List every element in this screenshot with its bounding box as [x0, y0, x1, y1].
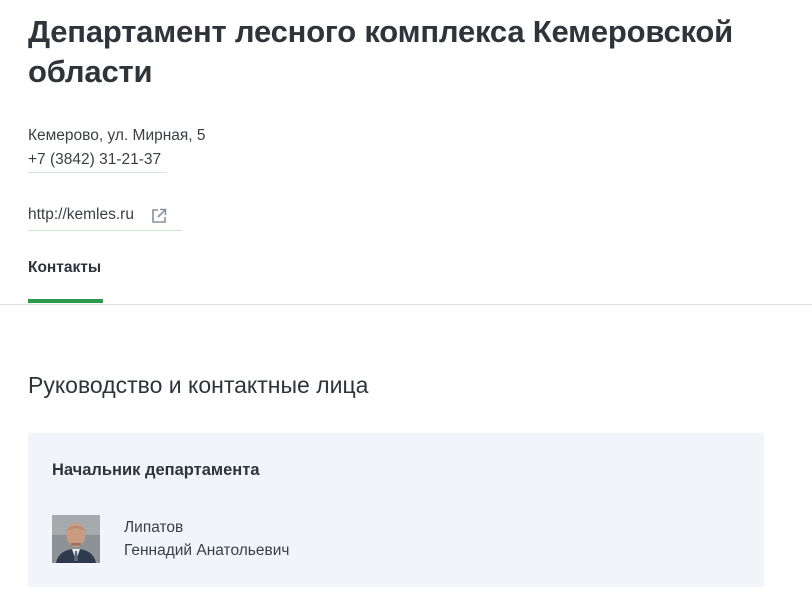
website-link[interactable]: http://kemles.ru: [28, 205, 182, 231]
person-surname: Липатов: [124, 519, 184, 536]
phone-link[interactable]: +7 (3842) 31-21-37: [28, 150, 167, 173]
website-url: http://kemles.ru: [28, 206, 134, 223]
address-text: Кемерово, ул. Мирная, 5: [28, 127, 206, 144]
contact-role: Начальник департамента: [52, 461, 260, 479]
page-title: Департамент лесного комплекса Кемеровско…: [28, 14, 733, 89]
external-link-icon: [152, 208, 167, 223]
person-name: Липатов Геннадий Анатольевич: [124, 516, 289, 562]
section-title: Руководство и контактные лица: [28, 372, 369, 398]
tab-contacts[interactable]: Контакты: [28, 248, 103, 304]
tab-bar: Контакты: [0, 248, 812, 305]
person-photo: [52, 515, 100, 563]
person-given-names: Геннадий Анатольевич: [124, 542, 290, 559]
organization-page: Департамент лесного комплекса Кемеровско…: [0, 0, 812, 609]
active-tab-indicator: [28, 299, 103, 303]
contact-card: Начальник департамента Липатов Геннадий …: [28, 433, 764, 587]
